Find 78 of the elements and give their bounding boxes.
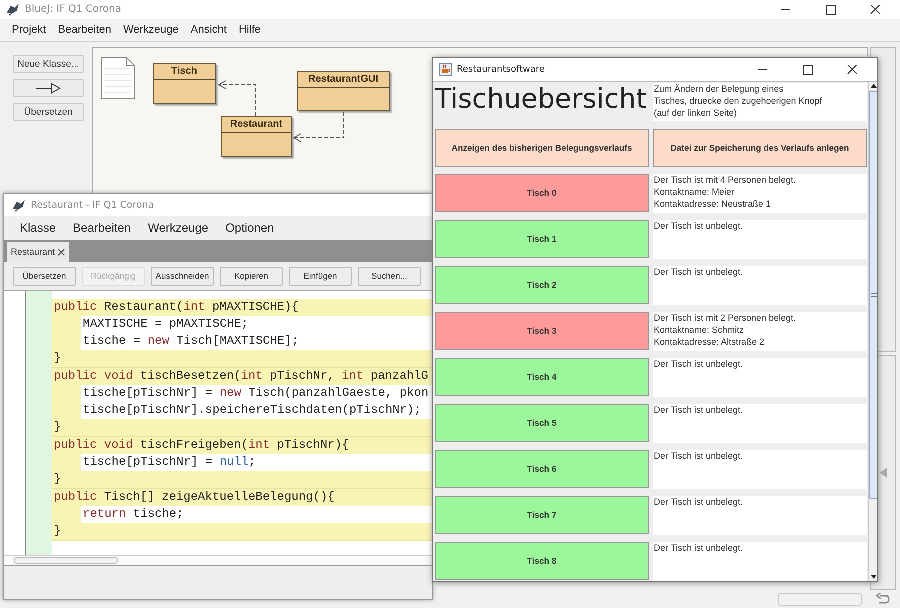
table-status-text: Der Tisch ist unbelegt. xyxy=(653,358,867,397)
tool-button[interactable]: Neue Klasse... xyxy=(13,55,84,73)
horizontal-scrollbar[interactable] xyxy=(4,555,432,565)
class-name: RestaurantGUI xyxy=(298,72,389,88)
menu-item[interactable]: Werkzeuge xyxy=(117,24,185,36)
bird-icon xyxy=(6,3,20,16)
close-icon[interactable] xyxy=(58,248,66,256)
table-button[interactable]: Tisch 4 xyxy=(435,358,649,396)
menu-item[interactable]: Ansicht xyxy=(184,24,233,36)
window-title: Restaurantsoftware xyxy=(457,64,545,74)
close-icon[interactable] xyxy=(846,64,858,74)
code-line: public Restaurant(int pMAXTISCHE){ xyxy=(53,299,300,316)
tab-label: Restaurant xyxy=(11,247,56,257)
down-arrow-icon[interactable] xyxy=(870,573,877,581)
document-icon xyxy=(101,57,137,101)
table-button[interactable]: Tisch 6 xyxy=(435,450,649,488)
code-line: } xyxy=(53,471,62,488)
toolbar-button[interactable]: Übersetzen xyxy=(13,266,76,286)
bird-icon xyxy=(12,198,26,212)
table-button[interactable]: Tisch 5 xyxy=(435,404,649,442)
toolbar-button[interactable]: Kopieren xyxy=(220,266,283,286)
menu-item[interactable]: Projekt xyxy=(6,24,52,36)
arrow-icon xyxy=(36,82,62,94)
arrow-button[interactable] xyxy=(13,79,84,97)
menu-item[interactable]: Optionen xyxy=(220,221,286,235)
window-title: Restaurant - IF Q1 Corona xyxy=(31,200,154,210)
up-arrow-icon[interactable] xyxy=(870,82,877,90)
menu-item[interactable]: Bearbeiten xyxy=(52,24,118,36)
dependency-arrow xyxy=(218,80,256,116)
table-button[interactable]: Tisch 2 xyxy=(435,266,649,304)
scrollbar-thumb[interactable] xyxy=(14,557,118,564)
menu-item[interactable]: Klasse xyxy=(14,221,68,235)
maximize-icon[interactable] xyxy=(824,4,836,14)
table-status-text: Der Tisch ist unbelegt. xyxy=(653,496,867,535)
table-status-text: Der Tisch ist unbelegt. xyxy=(653,404,867,443)
tool-button[interactable]: Übersetzen xyxy=(13,103,84,121)
toolbar-button[interactable]: Suchen... xyxy=(358,266,421,286)
table-status-text: Der Tisch ist mit 2 Personen belegt. Kontaktname: Schmitz Kontaktadresse: Altstraße 2 xyxy=(653,312,867,351)
vertical-scrollbar[interactable] xyxy=(868,82,877,581)
coffee-cup-icon xyxy=(439,63,452,76)
menu-item[interactable]: Werkzeuge xyxy=(142,221,220,235)
grip-icon xyxy=(871,293,877,297)
toolbar-button[interactable]: Einfügen xyxy=(289,266,352,286)
class-name: Tisch xyxy=(154,64,215,80)
code-line: } xyxy=(53,523,62,540)
code-line: } xyxy=(53,350,62,367)
code-line: public void tischBesetzen(int pTischNr, int panzahlG xyxy=(53,368,430,385)
window-title: BlueJ: IF Q1 Corona xyxy=(25,4,122,15)
table-button[interactable]: Tisch 7 xyxy=(435,496,649,534)
close-icon[interactable] xyxy=(870,4,880,14)
scrollbar-thumb[interactable] xyxy=(869,91,877,499)
action-button[interactable]: Datei zur Speicherung des Verlaufs anlegen xyxy=(653,129,867,167)
action-button[interactable]: Anzeigen des bisherigen Belegungsverlaufs xyxy=(435,129,649,167)
table-status-text: Der Tisch ist unbelegt. xyxy=(653,450,867,489)
class-box[interactable]: Restaurant xyxy=(221,116,292,157)
maximize-icon[interactable] xyxy=(802,64,812,74)
code-line: } xyxy=(53,419,62,436)
dependency-arrow xyxy=(293,112,344,142)
code-line: public Tisch[] zeigeAktuelleBelegung(){ xyxy=(53,489,336,506)
table-status-text: Der Tisch ist mit 4 Personen belegt. Kontaktname: Meier Kontaktadresse: Neustraße 1 xyxy=(653,174,867,213)
table-button[interactable]: Tisch 3 xyxy=(435,312,649,350)
code-line: public void tischFreigeben(int pTischNr){ xyxy=(53,437,350,454)
table-button[interactable]: Tisch 8 xyxy=(435,542,649,580)
instruction-text: Zum Ändern der Belegung eines Tisches, druecke den zugehoerigen Knopf (auf der linken Seite) xyxy=(653,83,867,121)
page-heading: Tischuebersicht xyxy=(435,83,648,117)
toolbar-button[interactable]: Ausschneiden xyxy=(151,266,214,286)
editor-tab[interactable]: Restaurant xyxy=(7,242,70,262)
table-status-text: Der Tisch ist unbelegt. xyxy=(653,220,867,259)
class-box[interactable]: Tisch xyxy=(153,63,216,104)
class-box[interactable]: RestaurantGUI xyxy=(297,71,390,111)
table-button[interactable]: Tisch 0 xyxy=(435,174,649,212)
return-arrow-icon[interactable] xyxy=(876,593,890,605)
menu-item[interactable]: Bearbeiten xyxy=(67,221,142,235)
menu-item[interactable]: Hilfe xyxy=(232,24,267,36)
class-name: Restaurant xyxy=(222,117,291,133)
table-button[interactable]: Tisch 1 xyxy=(435,220,649,258)
table-status-text: Der Tisch ist unbelegt. xyxy=(653,266,867,305)
table-status-text: Der Tisch ist unbelegt. xyxy=(653,542,867,581)
